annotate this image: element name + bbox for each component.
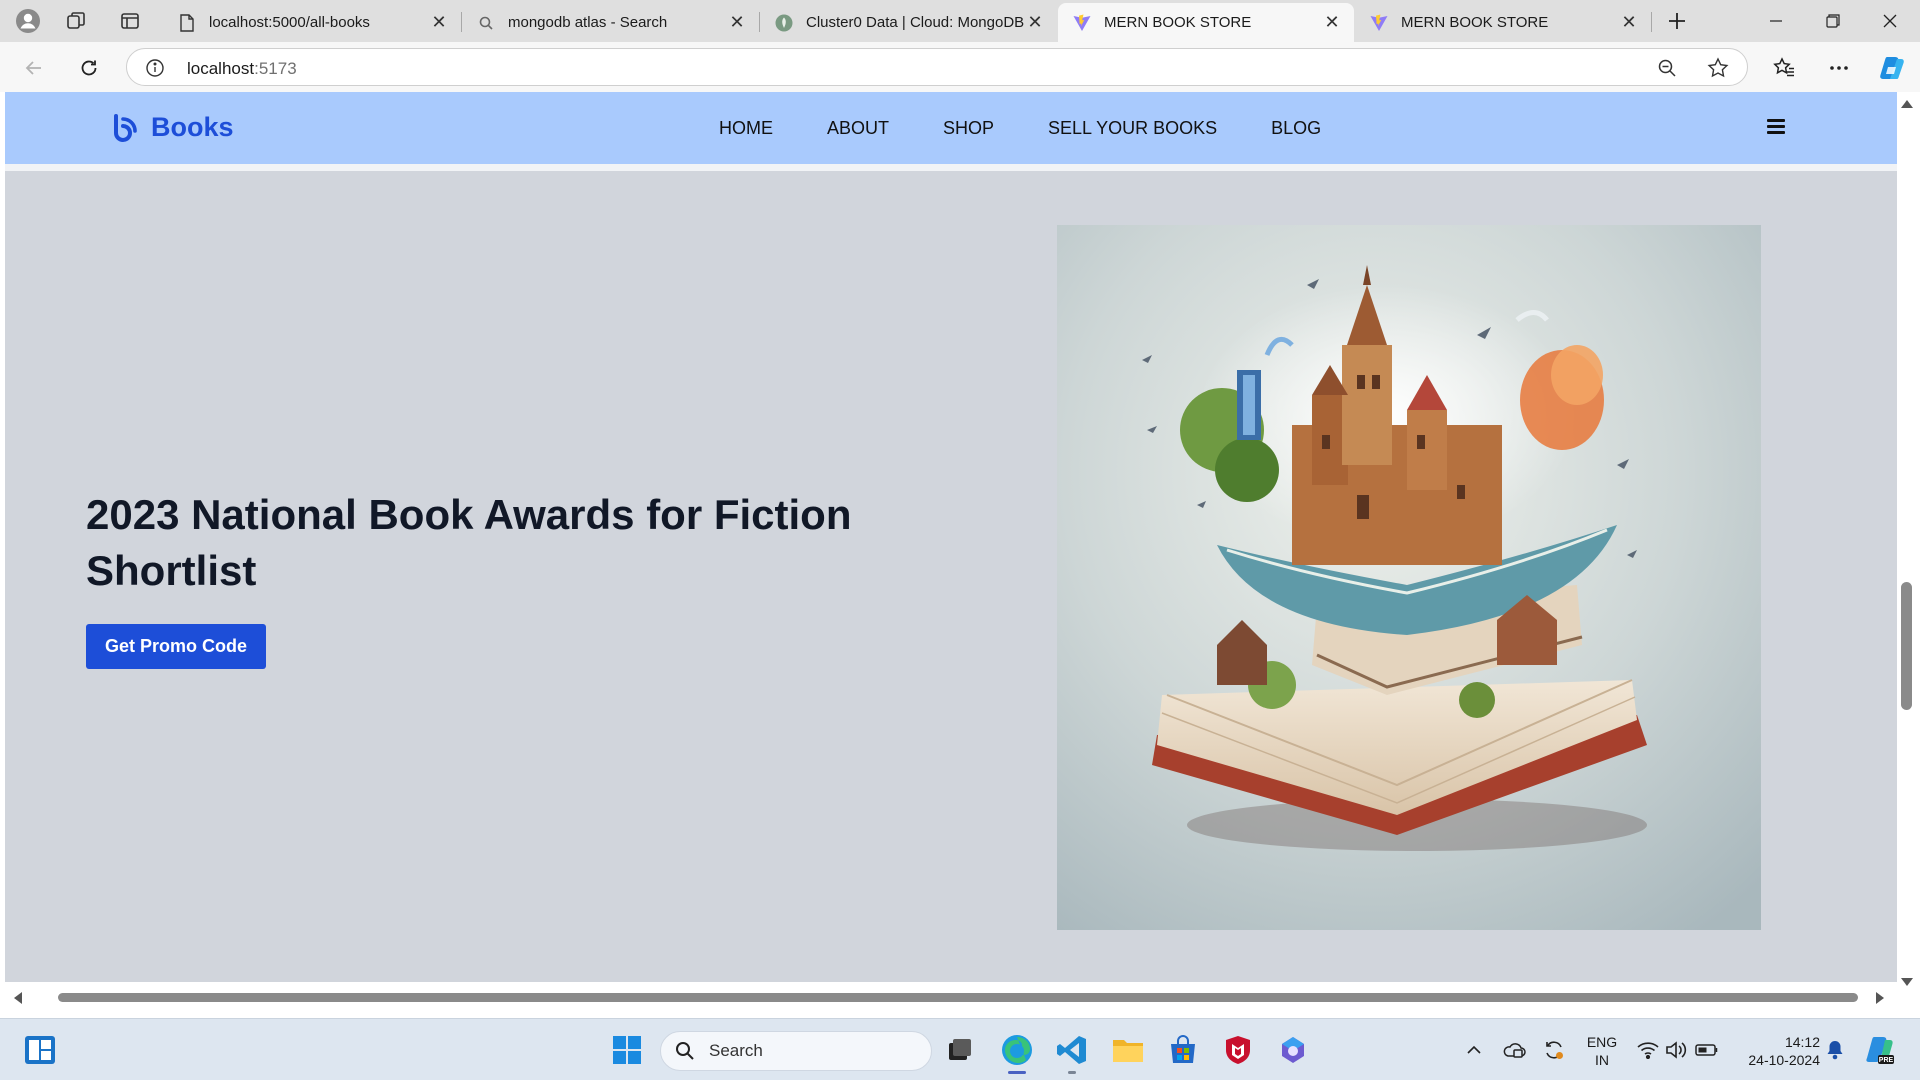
site-info-icon[interactable] (145, 58, 165, 78)
tab-separator (1651, 12, 1652, 32)
copilot-pre-icon[interactable]: PRE (1862, 1030, 1898, 1070)
file-explorer-icon[interactable] (1108, 1030, 1148, 1070)
onedrive-cloud-icon[interactable] (1500, 1030, 1528, 1070)
vscode-running-indicator (1068, 1071, 1076, 1074)
copilot-icon[interactable] (1874, 50, 1910, 86)
mongodb-leaf-icon (774, 13, 794, 33)
zoom-out-icon[interactable] (1657, 58, 1677, 83)
scroll-up-arrow[interactable] (1901, 100, 1913, 108)
taskbar-search-placeholder: Search (709, 1041, 763, 1060)
address-bar[interactable]: localhost:5173 (126, 48, 1748, 86)
restore-icon[interactable] (1805, 0, 1861, 42)
brand-name: Books (151, 112, 234, 142)
vite-icon (1072, 13, 1092, 33)
tab-strip: localhost:5000/all-books ✕ mongodb atlas… (0, 0, 1920, 42)
close-icon[interactable]: ✕ (727, 12, 747, 33)
hero-book-illustration (1057, 225, 1761, 930)
profile-icon[interactable] (8, 5, 48, 37)
refresh-icon[interactable] (71, 50, 107, 86)
book-store-page: Books HOME ABOUT SHOP SELL YOUR BOOKS BL… (5, 92, 1897, 982)
mcafee-shield-icon[interactable] (1218, 1030, 1258, 1070)
task-view-icon[interactable] (940, 1030, 980, 1070)
nav-home-link[interactable]: HOME (719, 118, 773, 139)
clock-time: 14:12 (1784, 1034, 1820, 1050)
favorite-star-icon[interactable] (1707, 57, 1729, 84)
nav-blog-link[interactable]: BLOG (1271, 118, 1321, 139)
widgets-icon[interactable] (20, 1030, 60, 1070)
page-icon (177, 13, 197, 33)
scroll-down-arrow[interactable] (1901, 978, 1913, 986)
browser-toolbar: localhost:5173 (0, 42, 1920, 92)
horizontal-scroll-thumb[interactable] (58, 993, 1858, 1002)
tab-mern-book-store-active[interactable]: MERN BOOK STORE ✕ (1058, 3, 1354, 42)
notification-bell-icon[interactable] (1822, 1030, 1848, 1070)
more-options-icon[interactable] (1821, 50, 1857, 86)
minimize-icon[interactable] (1748, 0, 1804, 42)
browser-viewport: Books HOME ABOUT SHOP SELL YOUR BOOKS BL… (0, 92, 1920, 1018)
workspaces-icon[interactable] (56, 5, 96, 37)
search-icon (676, 1042, 694, 1060)
hero-title: 2023 National Book Awards for Fiction Sh… (86, 491, 852, 594)
close-icon[interactable]: ✕ (429, 12, 449, 33)
get-promo-code-button[interactable]: Get Promo Code (86, 624, 266, 669)
vite-icon (1369, 13, 1389, 33)
horizontal-scrollbar[interactable] (0, 986, 1920, 1008)
volume-icon[interactable] (1664, 1030, 1688, 1070)
system-clock[interactable]: 14:12 24-10-2024 (1730, 1033, 1820, 1069)
nav-sell-your-books-link[interactable]: SELL YOUR BOOKS (1048, 118, 1217, 139)
tab-mern-book-store[interactable]: MERN BOOK STORE ✕ (1355, 3, 1651, 42)
windows-taskbar: Search ENG IN 14:12 24-10-2024 PRE (0, 1018, 1920, 1080)
main-menu: HOME ABOUT SHOP SELL YOUR BOOKS BLOG (719, 118, 1375, 139)
language-code: ENG (1586, 1034, 1618, 1050)
close-icon[interactable]: ✕ (1025, 12, 1045, 33)
scroll-right-arrow[interactable] (1876, 992, 1884, 1004)
scroll-left-arrow[interactable] (14, 992, 22, 1004)
navbar-divider (5, 164, 1897, 171)
show-hidden-icons-chevron-icon[interactable] (1462, 1030, 1486, 1070)
tab-title: Cluster0 Data | Cloud: MongoDB C (806, 14, 1025, 31)
region-code: IN (1595, 1052, 1609, 1068)
back-arrow-icon[interactable] (16, 50, 52, 86)
battery-icon[interactable] (1694, 1030, 1720, 1070)
nav-shop-link[interactable]: SHOP (943, 118, 994, 139)
url-text: localhost:5173 (187, 59, 297, 79)
new-tab-icon[interactable] (1657, 5, 1697, 37)
wifi-icon[interactable] (1636, 1030, 1660, 1070)
tab-mongodb-search[interactable]: mongodb atlas - Search ✕ (462, 3, 759, 42)
clock-date: 24-10-2024 (1748, 1052, 1820, 1068)
url-host: localhost (187, 59, 255, 78)
microsoft-store-icon[interactable] (1163, 1030, 1203, 1070)
svg-text:PRE: PRE (1879, 1057, 1894, 1064)
tab-cluster0-data[interactable]: Cluster0 Data | Cloud: MongoDB C ✕ (760, 3, 1057, 42)
search-icon (476, 13, 496, 33)
tab-title: MERN BOOK STORE (1104, 14, 1252, 31)
vertical-scrollbar[interactable] (1897, 92, 1920, 986)
vscode-icon[interactable] (1052, 1030, 1092, 1070)
tab-title: MERN BOOK STORE (1401, 14, 1549, 31)
edge-active-indicator (1008, 1071, 1026, 1074)
close-icon[interactable]: ✕ (1322, 12, 1342, 33)
hamburger-menu-icon[interactable] (1767, 119, 1785, 135)
tab-all-books[interactable]: localhost:5000/all-books ✕ (163, 3, 461, 42)
url-port: :5173 (254, 59, 297, 78)
tab-title: localhost:5000/all-books (209, 14, 370, 31)
nav-about-link[interactable]: ABOUT (827, 118, 889, 139)
tab-title: mongodb atlas - Search (508, 14, 668, 31)
close-icon[interactable]: ✕ (1619, 12, 1639, 33)
edge-browser-icon[interactable] (997, 1030, 1037, 1070)
start-windows-icon[interactable] (607, 1030, 647, 1070)
site-navbar: Books HOME ABOUT SHOP SELL YOUR BOOKS BL… (5, 92, 1897, 164)
sync-icon[interactable] (1540, 1030, 1568, 1070)
blog-logo-icon (114, 113, 137, 142)
taskbar-search[interactable]: Search (660, 1031, 932, 1071)
language-indicator[interactable]: ENG IN (1582, 1033, 1622, 1069)
favorites-icon[interactable] (1766, 50, 1802, 86)
vertical-tabs-icon[interactable] (110, 5, 150, 37)
copilot-app-icon[interactable] (1273, 1030, 1313, 1070)
window-close-icon[interactable] (1862, 0, 1918, 42)
vertical-scroll-thumb[interactable] (1901, 582, 1912, 710)
brand-link[interactable]: Books (111, 112, 234, 143)
